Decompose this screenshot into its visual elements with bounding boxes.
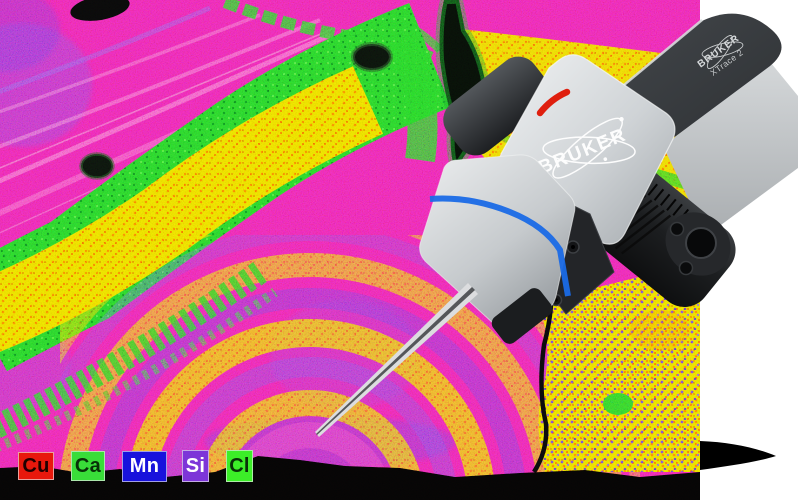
right-arrow-icon [700, 441, 776, 470]
connector-port-small-1 [671, 223, 684, 236]
connector-main-port [686, 228, 716, 258]
figure-canvas: BRUKER XTrace 2 [0, 0, 800, 500]
xrf-figure: BRUKER XTrace 2 [0, 0, 800, 500]
connector-port-small-2 [680, 262, 693, 275]
